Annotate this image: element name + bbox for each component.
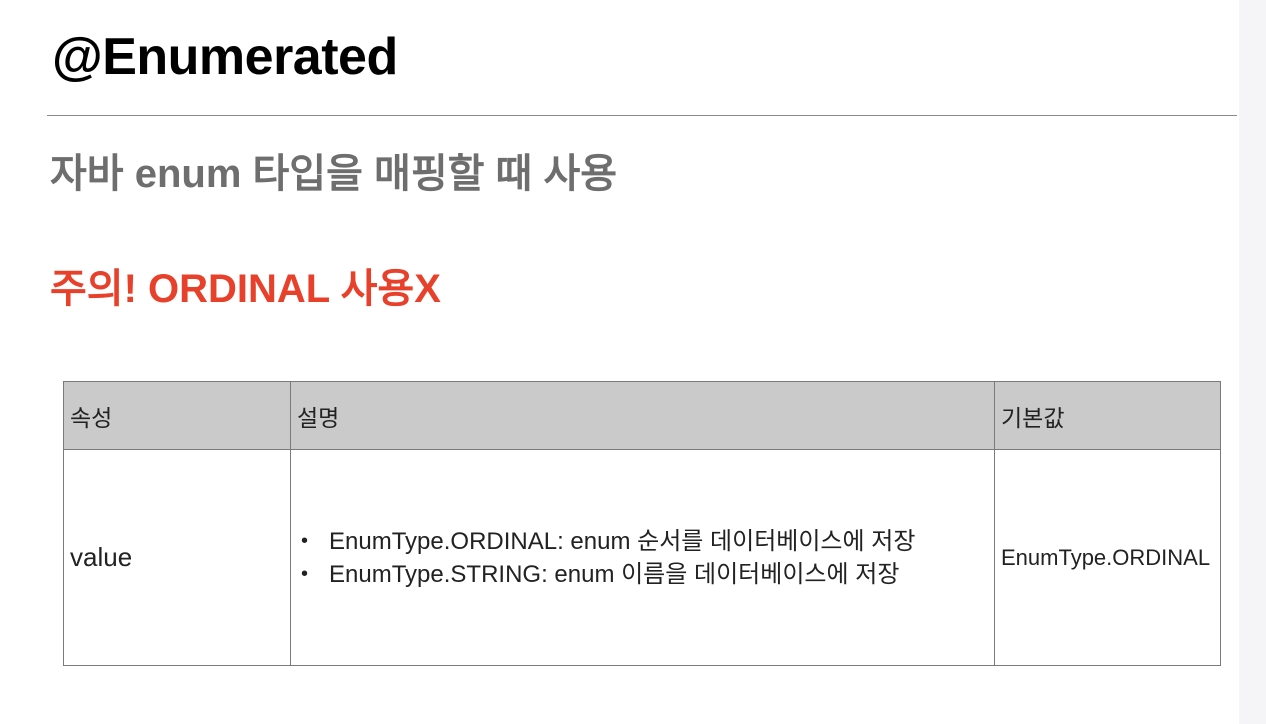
right-edge-panel: [1239, 0, 1266, 724]
cell-description: • EnumType.ORDINAL: enum 순서를 데이터베이스에 저장 …: [290, 449, 995, 666]
cell-attribute-value: value: [63, 449, 291, 666]
attribute-table: 속성 설명 기본값 value • EnumType.ORDINAL: enum…: [63, 381, 1221, 666]
cell-default-value: EnumType.ORDINAL: [994, 449, 1221, 666]
warning-text: 주의! ORDINAL 사용X: [50, 267, 441, 311]
slide-title: @Enumerated: [52, 28, 398, 86]
header-description: 설명: [290, 381, 995, 450]
bullet-icon: •: [301, 529, 309, 552]
table-row: value • EnumType.ORDINAL: enum 순서를 데이터베이…: [63, 449, 1221, 666]
header-attribute: 속성: [63, 381, 291, 450]
bullet-icon: •: [301, 562, 309, 585]
slide-subtitle: 자바 enum 타입을 매핑할 때 사용: [50, 152, 618, 196]
table-header-row: 속성 설명 기본값: [63, 381, 1221, 450]
list-item: • EnumType.STRING: enum 이름을 데이터베이스에 저장: [301, 558, 988, 591]
title-divider: [47, 115, 1237, 116]
list-item-text: EnumType.STRING: enum 이름을 데이터베이스에 저장: [329, 560, 900, 588]
list-item: • EnumType.ORDINAL: enum 순서를 데이터베이스에 저장: [301, 525, 988, 558]
list-item-text: EnumType.ORDINAL: enum 순서를 데이터베이스에 저장: [329, 527, 916, 555]
description-list: • EnumType.ORDINAL: enum 순서를 데이터베이스에 저장 …: [297, 525, 988, 591]
header-default: 기본값: [994, 381, 1221, 450]
